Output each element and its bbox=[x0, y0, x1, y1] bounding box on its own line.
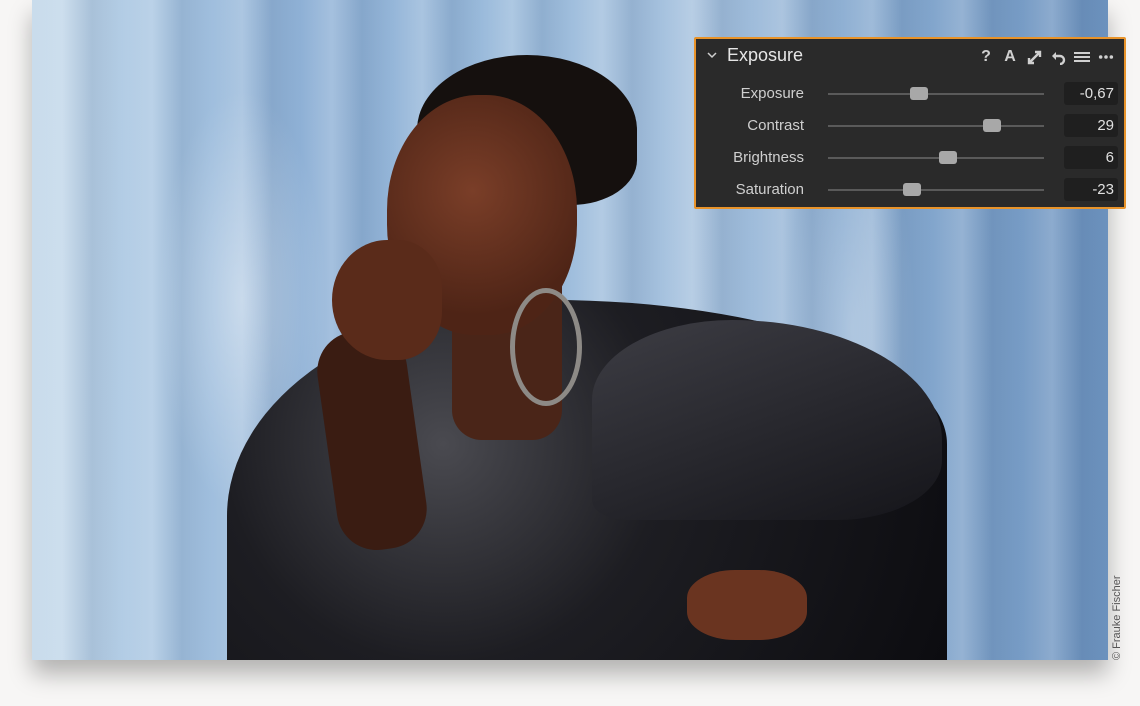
slider-row-saturation: Saturation -23 bbox=[696, 176, 1124, 204]
saturation-slider[interactable] bbox=[828, 183, 1044, 196]
slider-label: Exposure bbox=[740, 85, 804, 102]
slider-label: Brightness bbox=[733, 149, 804, 166]
photo-credit: © Frauke Fischer bbox=[1111, 575, 1123, 660]
brightness-value-field[interactable]: 6 bbox=[1064, 146, 1118, 169]
expand-icon[interactable] bbox=[1026, 48, 1042, 66]
subject-arm-jacket bbox=[592, 320, 942, 520]
auto-icon[interactable]: A bbox=[1002, 48, 1018, 66]
exposure-value-field[interactable]: -0,67 bbox=[1064, 82, 1118, 105]
saturation-value-field[interactable]: -23 bbox=[1064, 178, 1118, 201]
subject-hand-hip bbox=[687, 570, 807, 640]
slider-row-brightness: Brightness 6 bbox=[696, 144, 1124, 172]
panel-header: Exposure ? A bbox=[696, 39, 1124, 75]
slider-label: Contrast bbox=[747, 117, 804, 134]
subject-earring bbox=[510, 288, 582, 406]
help-icon[interactable]: ? bbox=[978, 48, 994, 66]
panel-header-icons: ? A bbox=[978, 48, 1114, 66]
slider-row-contrast: Contrast 29 bbox=[696, 112, 1124, 140]
slider-label: Saturation bbox=[735, 181, 804, 198]
reset-icon[interactable] bbox=[1050, 48, 1066, 66]
contrast-slider[interactable] bbox=[828, 119, 1044, 132]
slider-thumb[interactable] bbox=[909, 87, 928, 100]
slider-thumb[interactable] bbox=[903, 183, 922, 196]
slider-row-exposure: Exposure -0,67 bbox=[696, 80, 1124, 108]
brightness-slider[interactable] bbox=[828, 151, 1044, 164]
collapse-chevron-icon[interactable] bbox=[706, 49, 718, 61]
slider-thumb[interactable] bbox=[938, 151, 957, 164]
slider-thumb[interactable] bbox=[983, 119, 1002, 132]
subject-hand bbox=[332, 240, 442, 360]
panel-title: Exposure bbox=[727, 45, 804, 65]
preset-menu-icon[interactable] bbox=[1074, 48, 1090, 66]
more-icon[interactable] bbox=[1098, 48, 1114, 66]
exposure-tool-panel: Exposure ? A Exposure -0,67 Contrast 29 bbox=[694, 37, 1126, 209]
exposure-slider[interactable] bbox=[828, 87, 1044, 100]
contrast-value-field[interactable]: 29 bbox=[1064, 114, 1118, 137]
